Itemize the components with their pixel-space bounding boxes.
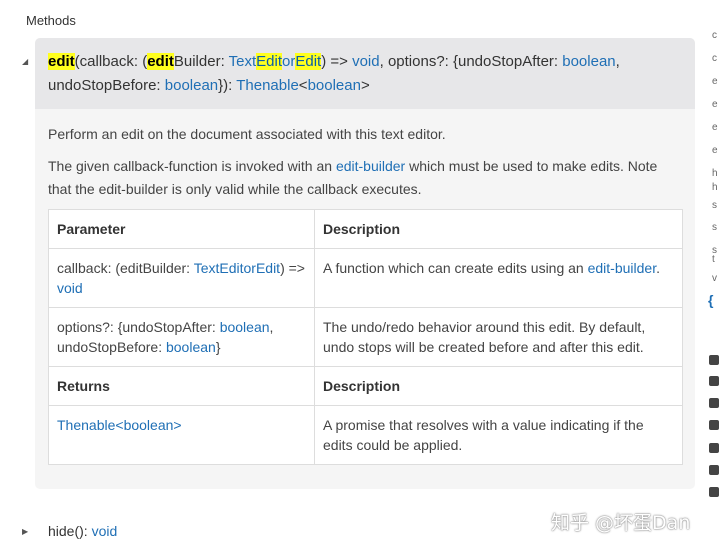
method-signature: edit(callback: (editBuilder: TextEditorE…	[48, 53, 620, 94]
edit-builder-link[interactable]: edit-builder	[588, 260, 657, 276]
collapsed-triangle-icon[interactable]: ▶	[22, 527, 28, 536]
parameters-table: Parameter Description callback: (editBui…	[48, 209, 683, 465]
sidebar-char[interactable]: e	[712, 76, 718, 87]
expanded-triangle-icon[interactable]: ◢	[22, 57, 28, 66]
type-link[interactable]: TextEditorEdit	[229, 53, 322, 70]
rss-icon[interactable]	[709, 376, 719, 386]
column-header-description: Description	[314, 209, 683, 249]
youtube-icon[interactable]	[709, 487, 719, 497]
void-link[interactable]: void	[57, 280, 83, 296]
sidebar-char[interactable]: t	[712, 254, 715, 265]
section-title: Methods	[26, 13, 76, 28]
returns-header-row: Returns Description	[48, 366, 683, 406]
boolean-link[interactable]: boolean	[308, 77, 361, 94]
table-header-row: Parameter Description	[48, 209, 683, 249]
thenable-link[interactable]: Thenable	[57, 417, 115, 433]
returns-cell: Thenable<boolean>	[48, 405, 315, 465]
param-cell: callback: (editBuilder: TextEditorEdit) …	[48, 248, 315, 308]
sidebar-char[interactable]: c	[712, 30, 717, 41]
github-icon[interactable]	[709, 443, 719, 453]
chat-icon[interactable]	[709, 465, 719, 475]
sidebar-char[interactable]: v	[712, 273, 717, 284]
hide-method-signature[interactable]: hide(): void	[48, 523, 117, 539]
description-cell: The undo/redo behavior around this edit.…	[314, 307, 683, 367]
boolean-link[interactable]: boolean	[562, 53, 615, 70]
sidebar-char[interactable]: e	[712, 99, 718, 110]
description-cell: A function which can create edits using …	[314, 248, 683, 308]
table-row: options?: {undoStopAfter: boolean, undoS…	[48, 307, 683, 367]
thenable-link[interactable]: Thenable	[236, 77, 299, 94]
watermark: 知乎 @坏蛋Dan	[551, 512, 691, 534]
twitter-icon[interactable]	[709, 355, 719, 365]
twitter-icon[interactable]	[709, 420, 719, 430]
sidebar-char[interactable]: e	[712, 122, 718, 133]
table-row: Thenable<boolean> A promise that resolve…	[48, 405, 683, 465]
column-header-returns: Returns	[48, 366, 315, 406]
sidebar-char[interactable]: s	[712, 222, 717, 233]
edit-builder-link[interactable]: edit-builder	[336, 158, 405, 174]
void-link[interactable]: void	[92, 523, 118, 539]
boolean-link[interactable]: boolean	[220, 319, 270, 335]
sidebar-brace[interactable]: {	[708, 292, 713, 308]
description-cell: A promise that resolves with a value ind…	[314, 405, 683, 465]
column-header-description: Description	[314, 366, 683, 406]
callback-note: The given callback-function is invoked w…	[48, 158, 658, 197]
sidebar-char[interactable]: c	[712, 53, 717, 64]
boolean-link[interactable]: boolean	[165, 77, 218, 94]
method-description: Perform an edit on the document associat…	[48, 126, 446, 142]
boolean-link[interactable]: boolean	[166, 339, 216, 355]
sidebar-char[interactable]: e	[712, 145, 718, 156]
type-link[interactable]: TextEditorEdit	[194, 260, 280, 276]
sidebar-char[interactable]: h	[712, 182, 718, 193]
sidebar-char[interactable]: s	[712, 200, 717, 211]
void-link[interactable]: void	[352, 53, 380, 70]
sidebar-char[interactable]: h	[712, 168, 718, 179]
param-cell: options?: {undoStopAfter: boolean, undoS…	[48, 307, 315, 367]
table-row: callback: (editBuilder: TextEditorEdit) …	[48, 248, 683, 308]
boolean-link[interactable]: boolean	[124, 417, 174, 433]
column-header-parameter: Parameter	[48, 209, 315, 249]
stackoverflow-icon[interactable]	[709, 398, 719, 408]
